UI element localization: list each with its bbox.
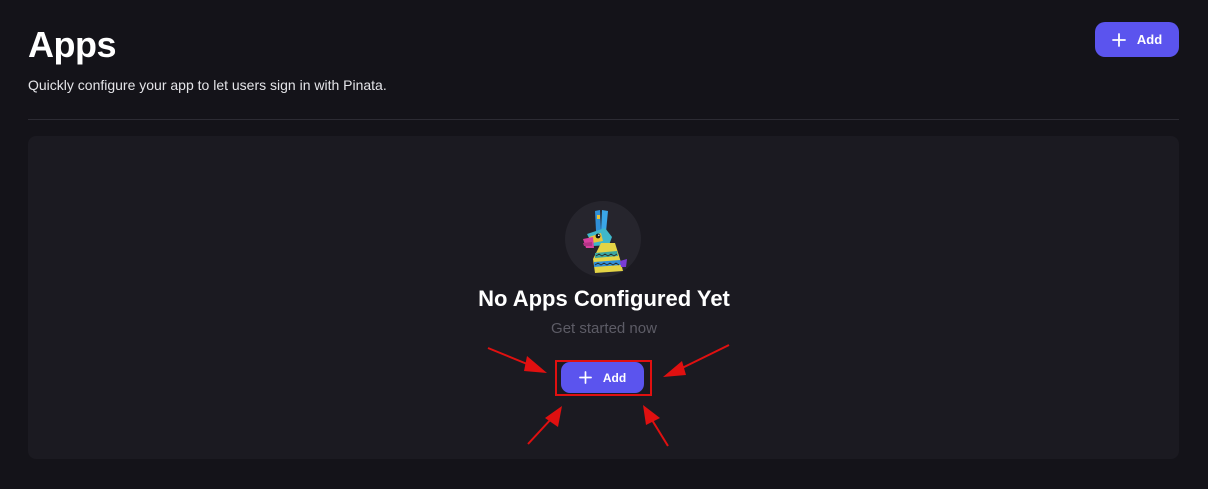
empty-state-add-label: Add (602, 370, 627, 385)
empty-state-add-button[interactable]: Add (561, 362, 644, 393)
header-divider (28, 119, 1179, 120)
header-add-button[interactable]: Add (1095, 22, 1179, 57)
pinata-llama-illustration (565, 201, 641, 277)
plus-icon (1111, 32, 1126, 47)
page-subtitle: Quickly configure your app to let users … (28, 77, 387, 93)
header-add-label: Add (1136, 32, 1163, 47)
plus-icon (578, 371, 592, 384)
empty-state-title: No Apps Configured Yet (478, 286, 730, 311)
page-title: Apps (28, 24, 117, 65)
apps-page: Apps Quickly configure your app to let u… (0, 0, 1208, 489)
empty-state-subtitle: Get started now (551, 320, 657, 337)
